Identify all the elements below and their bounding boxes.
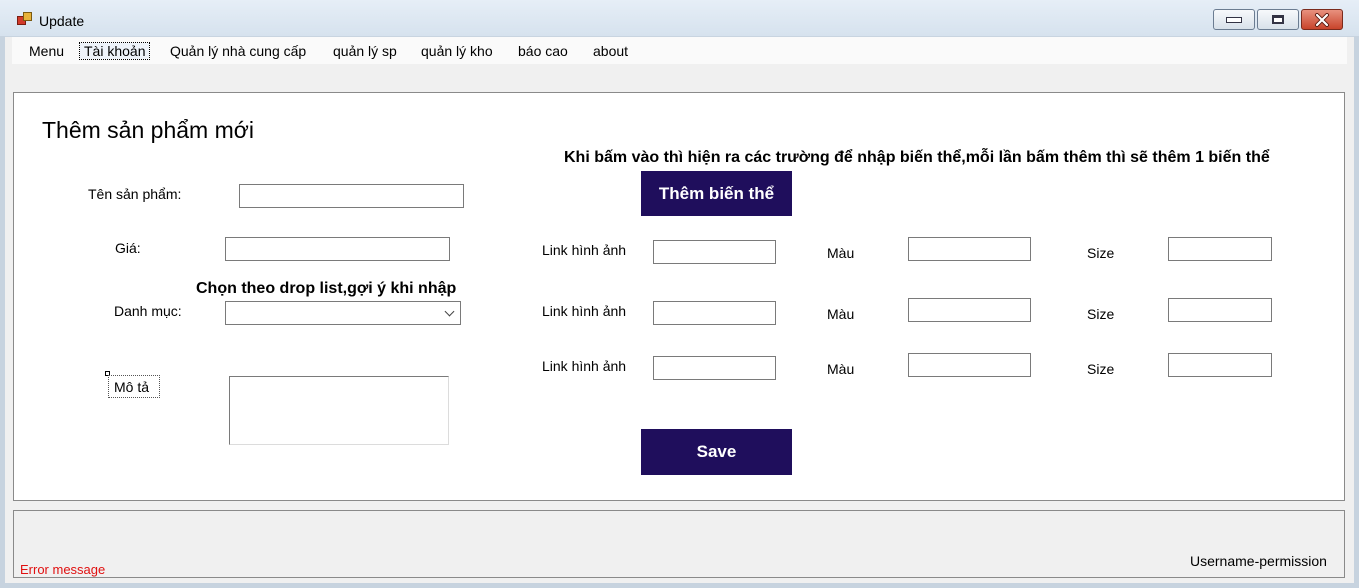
variant-image-label: Link hình ảnh xyxy=(542,358,627,374)
variant-image-input[interactable] xyxy=(653,240,776,264)
chevron-down-icon xyxy=(444,306,455,317)
window-border-bottom xyxy=(0,583,1359,588)
variant-image-label: Link hình ảnh xyxy=(542,242,627,258)
category-label: Danh mục: xyxy=(114,303,182,319)
add-variant-button[interactable]: Thêm biến thể xyxy=(641,171,792,216)
dropdown-note: Chọn theo drop list,gợi ý khi nhập xyxy=(196,280,457,297)
variant-color-label: Màu xyxy=(827,245,855,261)
minimize-icon xyxy=(1226,16,1242,23)
variant-size-label: Size xyxy=(1087,361,1115,377)
menu-item-menu[interactable]: Menu xyxy=(25,43,68,59)
minimize-button[interactable] xyxy=(1213,9,1255,30)
close-button[interactable] xyxy=(1301,9,1343,30)
error-message: Error message xyxy=(20,562,106,577)
page-title: Thêm sản phẩm mới xyxy=(42,117,254,143)
save-button[interactable]: Save xyxy=(641,429,792,475)
app-icon xyxy=(17,12,32,26)
variant-color-input[interactable] xyxy=(908,353,1031,377)
maximize-icon xyxy=(1272,15,1284,24)
variant-size-input[interactable] xyxy=(1168,298,1272,322)
variant-color-input[interactable] xyxy=(908,298,1031,322)
menu-item-suppliers[interactable]: Quản lý nhà cung cấp xyxy=(166,43,310,59)
variant-size-label: Size xyxy=(1087,306,1115,322)
product-name-input[interactable] xyxy=(239,184,464,208)
variant-size-input[interactable] xyxy=(1168,237,1272,261)
menu-item-about[interactable]: about xyxy=(589,43,632,59)
variant-color-label: Màu xyxy=(827,361,855,377)
window-title: Update xyxy=(39,13,85,29)
product-name-label: Tên sản phẩm: xyxy=(88,186,182,202)
price-input[interactable] xyxy=(225,237,450,261)
description-textarea[interactable] xyxy=(229,376,449,445)
title-bar xyxy=(0,0,1359,37)
variant-size-label: Size xyxy=(1087,245,1115,261)
variant-image-label: Link hình ảnh xyxy=(542,303,627,319)
variant-color-label: Màu xyxy=(827,306,855,322)
variant-note: Khi bấm vào thì hiện ra các trường để nh… xyxy=(564,149,1270,166)
menu-item-reports[interactable]: báo cao xyxy=(514,43,572,59)
variant-image-input[interactable] xyxy=(653,301,776,325)
variant-color-input[interactable] xyxy=(908,237,1031,261)
window-border-right xyxy=(1354,36,1359,588)
category-select[interactable] xyxy=(225,301,461,325)
menu-item-warehouse[interactable]: quản lý kho xyxy=(417,43,497,59)
window-border-left xyxy=(0,36,5,588)
menu-item-account[interactable]: Tài khoản xyxy=(78,42,151,60)
price-label: Giá: xyxy=(115,240,141,256)
maximize-button[interactable] xyxy=(1257,9,1299,30)
status-panel xyxy=(13,510,1345,578)
username-permission: Username-permission xyxy=(1190,553,1327,569)
menu-item-products[interactable]: quản lý sp xyxy=(329,43,401,59)
description-label: Mô tả xyxy=(114,379,150,395)
variant-image-input[interactable] xyxy=(653,356,776,380)
close-icon xyxy=(1315,12,1329,27)
variant-size-input[interactable] xyxy=(1168,353,1272,377)
